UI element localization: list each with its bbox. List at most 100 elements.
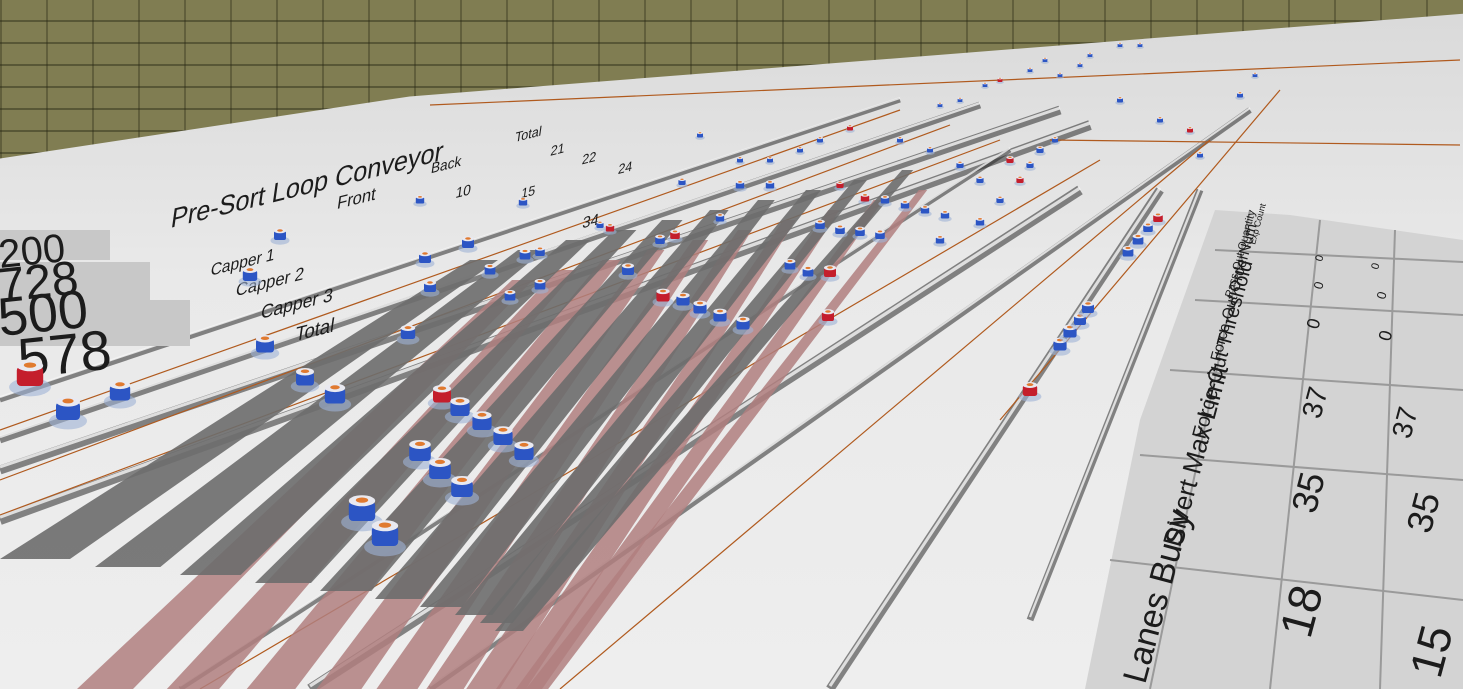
bottle-cap xyxy=(414,441,426,447)
bottle-blue xyxy=(1086,52,1094,59)
bottle-cap xyxy=(818,137,822,139)
bottle-cap xyxy=(738,157,742,159)
bottle-blue xyxy=(1136,42,1144,49)
bottle-cap xyxy=(277,229,283,232)
bottle-red xyxy=(1014,175,1026,186)
bottle-blue xyxy=(1116,42,1124,49)
bottle-cap xyxy=(798,147,802,149)
bottle-cap xyxy=(507,290,513,294)
bottle-blue xyxy=(413,195,427,207)
bottle-cap xyxy=(768,157,772,159)
bottle-blue xyxy=(1076,62,1084,69)
bottle-blue xyxy=(895,136,905,145)
col-header-total: Total xyxy=(514,123,543,145)
bottle-cap xyxy=(246,268,254,272)
bottle-cap xyxy=(456,477,468,483)
bottle-cap xyxy=(1118,42,1122,44)
lane-table: Lanes Busy Divert Max Limit Force-Out Th… xyxy=(1085,202,1463,689)
bottle-blue xyxy=(1024,160,1036,171)
bottle-cap xyxy=(923,206,927,208)
bottle-cap xyxy=(1058,72,1062,74)
bottle-cap xyxy=(355,497,369,503)
bottle-cap xyxy=(1088,52,1092,54)
bottle-blue xyxy=(936,102,944,109)
bottle-blue xyxy=(735,156,745,165)
bottle-cap xyxy=(1125,246,1131,250)
bottle-cap xyxy=(498,427,508,432)
bottle-cap xyxy=(657,235,663,238)
bottle-cap xyxy=(1198,152,1202,154)
bottle-cap xyxy=(427,281,433,284)
3d-viewport[interactable]: Pre-Sort Loop Conveyor Front Back Total … xyxy=(0,0,1463,689)
bottle-cap xyxy=(522,249,528,253)
bottle-cap xyxy=(300,369,310,374)
bottle-cap xyxy=(404,326,412,330)
bottle-cap xyxy=(598,221,602,224)
bottle-cap xyxy=(739,317,747,321)
value-capper-1-front: 10 xyxy=(455,182,472,202)
bottle-cap xyxy=(837,225,843,228)
bottle-cap xyxy=(608,224,612,226)
bottle-cap xyxy=(519,442,529,447)
bottle-cap xyxy=(857,227,863,230)
bottle-blue xyxy=(1195,151,1205,160)
bottle-cap xyxy=(455,398,465,403)
bottle-cap xyxy=(928,147,932,149)
bottle-cap xyxy=(898,137,902,139)
bottle-blue xyxy=(1235,91,1245,100)
bottle-blue xyxy=(981,82,989,89)
value-capper-1-total: 21 xyxy=(550,140,566,159)
bottle-cap xyxy=(738,181,742,183)
bottle-cap xyxy=(680,178,684,181)
bottle-cap xyxy=(838,181,842,184)
value-capper-2-total: 22 xyxy=(581,149,597,168)
bottle-blue xyxy=(1155,116,1165,125)
bottle-cap xyxy=(521,198,525,200)
bottle-cap xyxy=(938,236,942,238)
bottle-blue xyxy=(994,195,1006,206)
bottle-cap xyxy=(1038,146,1042,149)
bottle-cap xyxy=(768,181,772,183)
bottle-cap xyxy=(418,196,422,198)
bottle-cap xyxy=(465,237,471,240)
bottle-cap xyxy=(422,252,428,255)
bottle-cap xyxy=(943,211,947,213)
bottle-cap xyxy=(825,310,831,313)
bottle-cap xyxy=(805,266,811,270)
bottle-cap xyxy=(1043,57,1047,59)
bottle-cap xyxy=(487,264,493,268)
bottle-red xyxy=(1150,212,1166,226)
bottle-cap xyxy=(848,125,852,127)
bottle-cap xyxy=(1085,302,1091,305)
bottle-cap xyxy=(978,218,982,220)
row-label-total: Total xyxy=(294,314,336,346)
bottle-blue xyxy=(1056,72,1064,79)
bottle-cap xyxy=(1078,62,1082,64)
bottle-cap xyxy=(863,194,867,196)
bottle-cap xyxy=(1028,161,1032,164)
bottle-cap xyxy=(672,230,678,233)
bottle-cap xyxy=(1053,137,1057,139)
bottle-blue xyxy=(795,146,805,155)
bottle-cap xyxy=(1145,223,1151,226)
bottle-cap xyxy=(625,264,631,267)
bottle-cap xyxy=(827,266,833,269)
bottle-cap xyxy=(1026,383,1034,387)
bottle-cap xyxy=(958,161,962,164)
bottle-blue xyxy=(676,177,688,188)
bottle-cap xyxy=(1135,234,1141,238)
bottle-blue xyxy=(956,97,964,104)
bottle-cap xyxy=(1008,156,1012,159)
bottle-blue xyxy=(270,228,290,245)
sign-title: Pre-Sort Loop Conveyor xyxy=(169,136,445,235)
bottle-cap xyxy=(716,309,724,313)
bottle-cap xyxy=(696,301,704,305)
bottle-cap xyxy=(659,289,667,293)
bottle-cap xyxy=(698,132,702,134)
bottle-cap xyxy=(1238,92,1242,94)
bottle-cap xyxy=(537,279,543,283)
bottle-cap xyxy=(1155,213,1161,216)
bottle-cap xyxy=(378,522,392,528)
bottle-blue xyxy=(1026,67,1034,74)
bottle-blue xyxy=(695,131,705,140)
